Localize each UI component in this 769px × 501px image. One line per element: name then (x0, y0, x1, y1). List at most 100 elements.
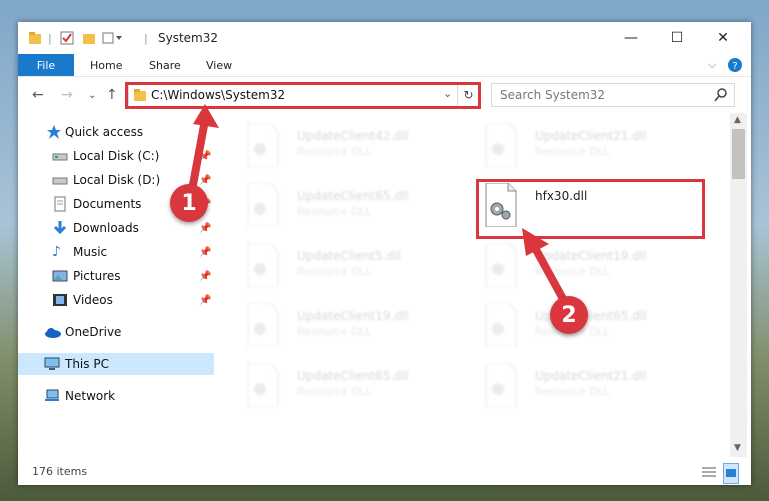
recent-locations-chevron-icon[interactable]: ⌄ (88, 90, 96, 101)
details-view-icon[interactable] (701, 464, 717, 483)
new-folder-icon[interactable] (82, 30, 96, 46)
folder-icon (28, 30, 42, 46)
search-input[interactable]: Search System32 (491, 83, 735, 107)
sidebar-item-label: Network (65, 389, 116, 403)
file-item[interactable]: UpdateClient65.dll Resource DLL (244, 363, 474, 419)
file-name: UpdateClient65.dll (297, 369, 409, 383)
scrollbar-thumb[interactable] (732, 129, 745, 179)
sidebar-item-label: Documents (73, 197, 142, 211)
dll-file-icon (485, 123, 517, 167)
sidebar-item-label: Pictures (73, 269, 121, 283)
dll-file-icon (247, 123, 279, 167)
separator: | (144, 31, 148, 45)
tab-home[interactable]: Home (90, 54, 122, 76)
network-icon (44, 388, 60, 404)
file-item[interactable]: UpdateClient65.dll Resource DLL (482, 303, 712, 359)
forward-arrow-icon[interactable]: → (61, 87, 73, 103)
file-name: UpdateClient65.dll (297, 189, 409, 203)
dll-file-icon (247, 183, 279, 227)
file-name: UpdateClient5.dll (297, 249, 401, 263)
file-name: UpdateClient19.dll (297, 309, 409, 323)
file-type: Resource DLL (297, 145, 372, 158)
ribbon: File Home Share View ⌵ ? (18, 54, 751, 77)
sidebar-item-label: Local Disk (D:) (73, 173, 161, 187)
drive-icon (52, 172, 68, 188)
file-item[interactable]: UpdateClient19.dll Resource DLL (482, 243, 712, 299)
tab-view[interactable]: View (206, 54, 232, 76)
status-bar: 176 items (18, 458, 751, 485)
help-icon[interactable]: ? (728, 54, 742, 76)
pin-icon: 📌 (199, 174, 212, 186)
pin-icon: 📌 (199, 222, 212, 234)
sidebar-item-pictures[interactable]: Pictures 📌 (18, 265, 214, 287)
back-arrow-icon[interactable]: ← (32, 87, 44, 103)
sidebar-item-label: OneDrive (65, 325, 122, 339)
properties-icon[interactable] (60, 30, 74, 46)
file-list: UpdateClient42.dll Resource DLL UpdateCl… (232, 117, 730, 457)
file-type: Resource DLL (297, 265, 372, 278)
drive-icon (52, 148, 68, 164)
dll-file-icon (247, 243, 279, 287)
tab-file[interactable]: File (18, 54, 74, 76)
step-1-badge: 1 (170, 184, 208, 222)
search-icon[interactable] (714, 87, 728, 106)
file-item[interactable]: UpdateClient21.dll Resource DLL (482, 123, 712, 179)
item-count: 176 items (32, 465, 88, 478)
sidebar-item-label: Local Disk (C:) (73, 149, 160, 163)
sidebar-item-network[interactable]: Network (18, 385, 214, 407)
chevron-down-icon[interactable]: ⌵ (708, 54, 716, 76)
sidebar-item-label: Quick access (65, 125, 144, 139)
file-item[interactable]: UpdateClient42.dll Resource DLL (244, 123, 474, 179)
up-arrow-icon[interactable]: ↑ (106, 87, 118, 103)
sidebar-item-onedrive[interactable]: OneDrive (18, 321, 214, 343)
close-button[interactable]: ✕ (700, 22, 746, 54)
dll-file-icon (247, 303, 279, 347)
dll-file-icon (485, 243, 517, 287)
cloud-icon (44, 324, 61, 340)
sidebar-item-this-pc[interactable]: This PC (18, 353, 214, 375)
dll-file-icon (485, 363, 517, 407)
file-type: Resource DLL (535, 385, 610, 398)
documents-icon (52, 196, 68, 212)
computer-icon (44, 356, 60, 372)
file-highlight-box (476, 179, 705, 239)
sidebar-item-videos[interactable]: Videos 📌 (18, 289, 214, 311)
large-icons-view-icon[interactable] (723, 463, 739, 484)
file-name: UpdateClient19.dll (535, 249, 647, 263)
dll-file-icon (485, 303, 517, 347)
pin-icon: 📌 (199, 150, 212, 162)
sidebar-item-label: This PC (65, 357, 109, 371)
separator: | (48, 31, 52, 45)
dll-file-icon (247, 363, 279, 407)
minimize-button[interactable]: — (608, 22, 654, 54)
vertical-scrollbar[interactable]: ▲ ▼ (730, 113, 747, 457)
file-item[interactable]: UpdateClient19.dll Resource DLL (244, 303, 474, 359)
sidebar-item-music[interactable]: ♪ Music 📌 (18, 241, 214, 263)
sidebar-item-local-disk-c[interactable]: Local Disk (C:) 📌 (18, 145, 214, 167)
scroll-down-icon[interactable]: ▼ (734, 443, 741, 453)
videos-icon (52, 292, 68, 308)
file-item[interactable]: UpdateClient5.dll Resource DLL (244, 243, 474, 299)
customize-toolbar-icon[interactable] (102, 30, 124, 46)
scroll-up-icon[interactable]: ▲ (734, 115, 741, 125)
file-type: Resource DLL (535, 265, 610, 278)
window-title: System32 (158, 31, 219, 45)
sidebar-item-quick-access[interactable]: Quick access (18, 121, 214, 143)
file-item[interactable]: UpdateClient21.dll Resource DLL (482, 363, 712, 419)
step-2-badge: 2 (550, 296, 588, 334)
star-icon (46, 124, 62, 140)
pin-icon: 📌 (199, 246, 212, 258)
file-type: Resource DLL (535, 145, 610, 158)
pictures-icon (52, 268, 68, 284)
file-item[interactable]: UpdateClient65.dll Resource DLL (244, 183, 474, 239)
sidebar-item-label: Videos (73, 293, 113, 307)
sidebar-item-label: Downloads (73, 221, 139, 235)
download-icon (52, 220, 68, 236)
svg-text:?: ? (732, 61, 737, 72)
file-type: Resource DLL (297, 385, 372, 398)
sidebar-item-label: Music (73, 245, 108, 259)
maximize-button[interactable]: ☐ (654, 22, 700, 54)
title-bar: | | System32 — ☐ ✕ (18, 22, 751, 54)
tab-share[interactable]: Share (149, 54, 181, 76)
pin-icon: 📌 (199, 270, 212, 282)
